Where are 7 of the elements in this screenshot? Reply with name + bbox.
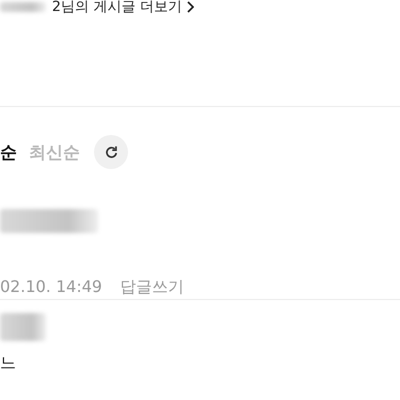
refresh-button[interactable] <box>94 135 128 169</box>
comment-date: 02.10. 14:49 <box>0 277 102 298</box>
chevron-right-icon <box>186 1 194 13</box>
refresh-icon <box>104 144 118 160</box>
comment-text: 느 <box>0 353 17 374</box>
more-posts-link[interactable]: 2님의 게시글 더보기 <box>52 0 194 14</box>
sort-option[interactable]: 순 <box>0 140 17 164</box>
